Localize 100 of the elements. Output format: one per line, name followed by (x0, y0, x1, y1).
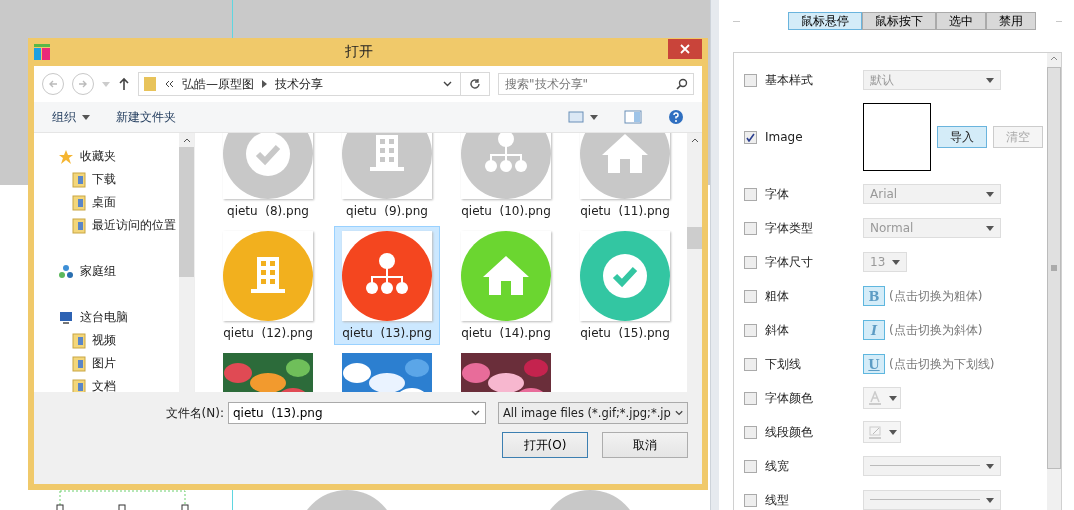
scrollbar[interactable] (1047, 53, 1061, 510)
open-button[interactable]: 打开(O) (502, 432, 588, 458)
caret-icon[interactable] (102, 81, 110, 87)
checkbox[interactable] (744, 493, 757, 507)
line-color-picker[interactable] (863, 421, 901, 443)
checkbox[interactable] (744, 391, 757, 405)
property-label: 线宽 (765, 457, 790, 475)
checkbox[interactable] (744, 459, 757, 473)
tab[interactable]: 选中 (935, 12, 986, 30)
search-field[interactable]: 搜索"技术分享" (498, 73, 694, 95)
arrow-right-icon (78, 79, 88, 89)
cancel-button[interactable]: 取消 (602, 432, 688, 458)
folder-icon (72, 171, 86, 188)
caret-icon (986, 191, 994, 197)
selection-frame[interactable] (56, 490, 189, 510)
file-name: qietu (8).png (227, 203, 309, 219)
image-preview (863, 103, 931, 171)
folder-icon (72, 332, 86, 349)
grip-icon (1051, 265, 1057, 271)
folder-icon (72, 194, 86, 211)
checkbox[interactable] (744, 255, 757, 269)
nav-item[interactable]: 最近访问的位置 (58, 214, 179, 237)
folder-icon (72, 355, 86, 372)
checkbox[interactable] (744, 221, 757, 235)
up-arrow-icon[interactable] (118, 77, 130, 91)
caret-icon (986, 463, 994, 469)
hint-text: (点击切换为粗体) (889, 287, 983, 305)
file-item[interactable]: qietu (12).png (215, 226, 321, 345)
nav-item[interactable]: 这台电脑 (58, 306, 179, 329)
hint-text: (点击切换为下划线) (889, 355, 995, 373)
file-name: qietu (12).png (223, 325, 313, 341)
hint-text: (点击切换为斜体) (889, 321, 983, 339)
nav-item[interactable]: 视频 (58, 329, 179, 352)
line-dropdown[interactable] (863, 456, 1001, 476)
file-name: qietu (11).png (580, 203, 670, 219)
nav-item[interactable]: 下载 (58, 168, 179, 191)
property-label: 字体尺寸 (765, 253, 814, 271)
view-button[interactable] (568, 111, 598, 123)
chevron-down-icon (471, 410, 480, 416)
folder-icon (72, 378, 86, 395)
property-label: 线段颜色 (765, 423, 814, 441)
caret-icon (82, 114, 90, 120)
toolbar-button[interactable]: 新建文件夹 (116, 108, 176, 126)
tab[interactable]: 鼠标按下 (861, 12, 936, 30)
address-bar[interactable]: 弘皓—原型图 技术分享 (138, 72, 490, 96)
checkbox[interactable] (744, 425, 757, 439)
nav-item[interactable]: 桌面 (58, 191, 179, 214)
import-button[interactable]: 导入 (937, 126, 987, 148)
file-name: qietu (9).png (346, 203, 428, 219)
nav-item[interactable]: 图片 (58, 352, 179, 375)
nav-item[interactable]: 家庭组 (58, 260, 179, 283)
caret-icon (892, 259, 900, 265)
property-label: Image (765, 130, 804, 144)
breadcrumb[interactable]: 技术分享 (275, 75, 323, 93)
scrollbar[interactable] (179, 133, 194, 392)
scrollbar-thumb[interactable] (179, 147, 194, 277)
star-icon (58, 148, 74, 165)
nav-item[interactable]: 收藏夹 (58, 145, 179, 168)
breadcrumb[interactable]: 弘皓—原型图 (182, 75, 254, 93)
file-name: qietu (15).png (580, 325, 670, 341)
file-item[interactable]: qietu (15).png (572, 226, 678, 345)
caret-icon (888, 429, 897, 435)
file-item[interactable]: qietu (13).png (334, 226, 440, 345)
folder-icon (72, 217, 86, 234)
file-name: qietu (14).png (461, 325, 551, 341)
double-chevron-icon (165, 80, 174, 88)
preview-pane-icon[interactable] (624, 110, 642, 124)
text-color-picker[interactable] (863, 387, 901, 409)
tab[interactable]: 鼠标悬停 (787, 12, 862, 30)
checkbox[interactable] (744, 289, 757, 303)
property-label: 字体类型 (765, 219, 814, 237)
text-color-icon (867, 391, 882, 405)
toolbar-button[interactable]: 组织 (52, 108, 90, 126)
scrollbar-thumb[interactable] (687, 227, 702, 249)
checkbox[interactable] (744, 73, 757, 87)
checkbox[interactable] (744, 357, 757, 371)
file-item[interactable]: qietu (8).png (215, 133, 321, 223)
tab[interactable]: 禁用 (985, 12, 1036, 30)
pencil-box-icon (867, 425, 882, 439)
caret-icon (986, 77, 994, 83)
checkbox[interactable] (744, 187, 757, 201)
network-icon (58, 263, 74, 280)
file-item[interactable]: qietu (10).png (453, 133, 559, 223)
search-icon (676, 78, 688, 90)
line-dropdown[interactable] (863, 490, 1001, 510)
caret-icon (590, 114, 598, 120)
file-item[interactable]: qietu (11).png (572, 133, 678, 223)
checkbox[interactable] (744, 323, 757, 337)
file-name: qietu (13).png (342, 325, 432, 341)
scrollbar[interactable] (687, 133, 702, 392)
caret-icon (888, 395, 897, 401)
filetype-dropdown[interactable]: All image files (*.gif;*.jpg;*.jp (498, 402, 688, 424)
splitter-bar[interactable] (710, 0, 719, 510)
file-item[interactable]: qietu (14).png (453, 226, 559, 345)
chevron-down-icon (443, 81, 452, 87)
checkbox[interactable] (744, 130, 757, 144)
close-button[interactable] (668, 39, 702, 59)
filename-field[interactable]: qietu (13).png (228, 402, 486, 424)
file-item[interactable]: qietu (9).png (334, 133, 440, 223)
help-icon[interactable] (668, 109, 684, 125)
